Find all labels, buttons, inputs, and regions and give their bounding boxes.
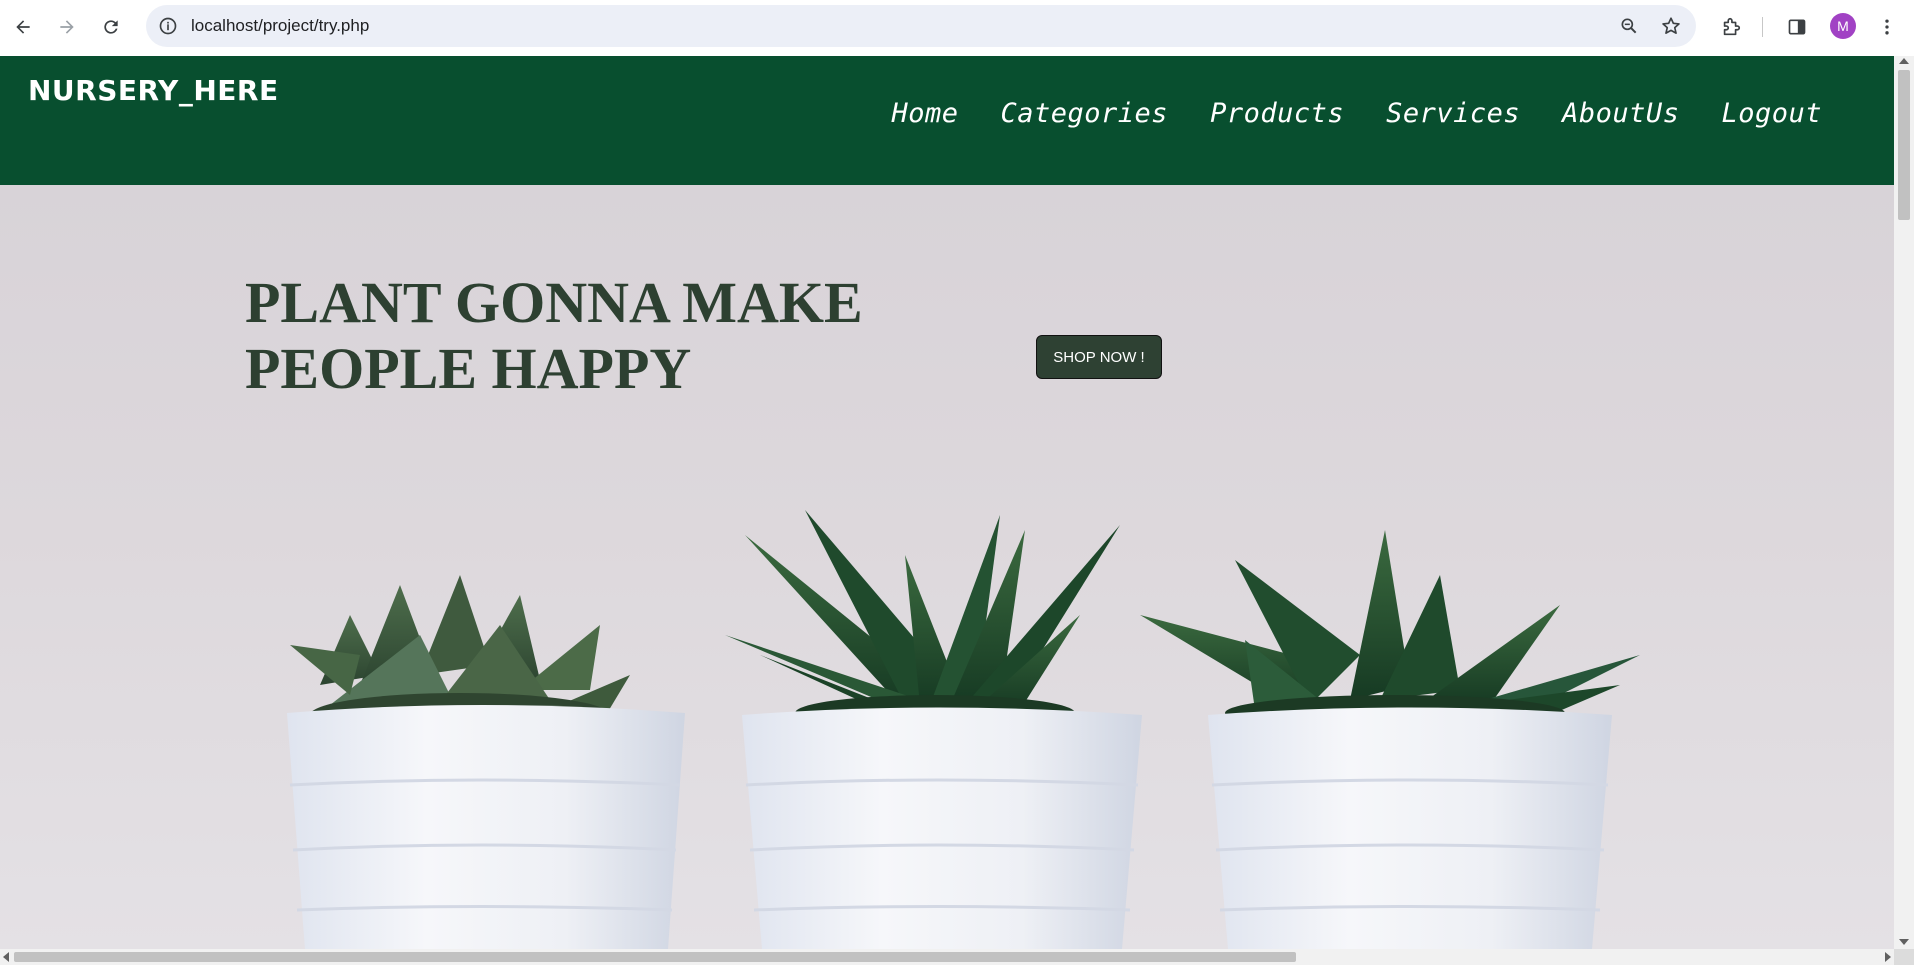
nav-home[interactable]: Home [891,98,958,129]
succulent-right [1140,530,1640,731]
scroll-up-arrow-icon[interactable] [1899,58,1909,64]
pot-right [1208,707,1612,949]
back-button[interactable] [8,12,38,42]
vertical-scrollbar[interactable] [1894,56,1914,949]
scroll-down-arrow-icon[interactable] [1899,939,1909,945]
nav-products[interactable]: Products [1210,98,1344,129]
pot-center [742,707,1142,949]
vertical-scroll-thumb[interactable] [1898,70,1910,220]
horizontal-scrollbar[interactable] [0,949,1894,965]
arrow-right-icon [60,20,74,34]
profile-avatar[interactable]: M [1830,13,1856,39]
scroll-right-arrow-icon[interactable] [1885,952,1891,962]
extensions-icon[interactable] [1716,12,1746,42]
succulent-center [725,510,1120,731]
bookmark-star-icon[interactable] [1658,13,1684,39]
nav-logout[interactable]: Logout [1721,98,1822,129]
hero-title-line1: PLANT GONNA MAKE [245,270,863,335]
side-panel-icon[interactable] [1782,12,1812,42]
scroll-left-arrow-icon[interactable] [3,952,9,962]
reload-button[interactable] [96,12,126,42]
nav-categories[interactable]: Categories [1001,98,1169,129]
main-navigation: Home Categories Products Services AboutU… [891,98,1822,129]
pot-left [287,705,685,949]
browser-toolbar: localhost/project/try.php M [0,0,1914,56]
site-header: NURSERY_HERE Home Categories Products Se… [0,56,1894,185]
url-text[interactable]: localhost/project/try.php [191,16,369,36]
arrow-left-icon [16,20,30,34]
kebab-menu-icon[interactable] [1872,12,1902,42]
toolbar-divider [1762,17,1763,37]
hero-title: PLANT GONNA MAKE PEOPLE HAPPY [245,270,945,402]
nav-aboutus[interactable]: AboutUs [1562,98,1679,129]
shop-now-button[interactable]: SHOP NOW ! [1036,335,1162,379]
hero-banner: PLANT GONNA MAKE PEOPLE HAPPY SHOP NOW ! [0,185,1894,949]
horizontal-scroll-thumb[interactable] [14,952,1296,962]
scrollbar-corner [1894,949,1914,965]
hero-title-line2: PEOPLE HAPPY [245,336,692,401]
zoom-icon[interactable] [1616,13,1642,39]
nav-services[interactable]: Services [1386,98,1520,129]
site-logo[interactable]: NURSERY_HERE [28,74,279,107]
reload-icon [104,20,118,34]
site-info-icon[interactable] [154,12,182,40]
address-bar[interactable]: localhost/project/try.php [146,5,1696,47]
forward-button[interactable] [52,12,82,42]
page-viewport: NURSERY_HERE Home Categories Products Se… [0,56,1894,949]
